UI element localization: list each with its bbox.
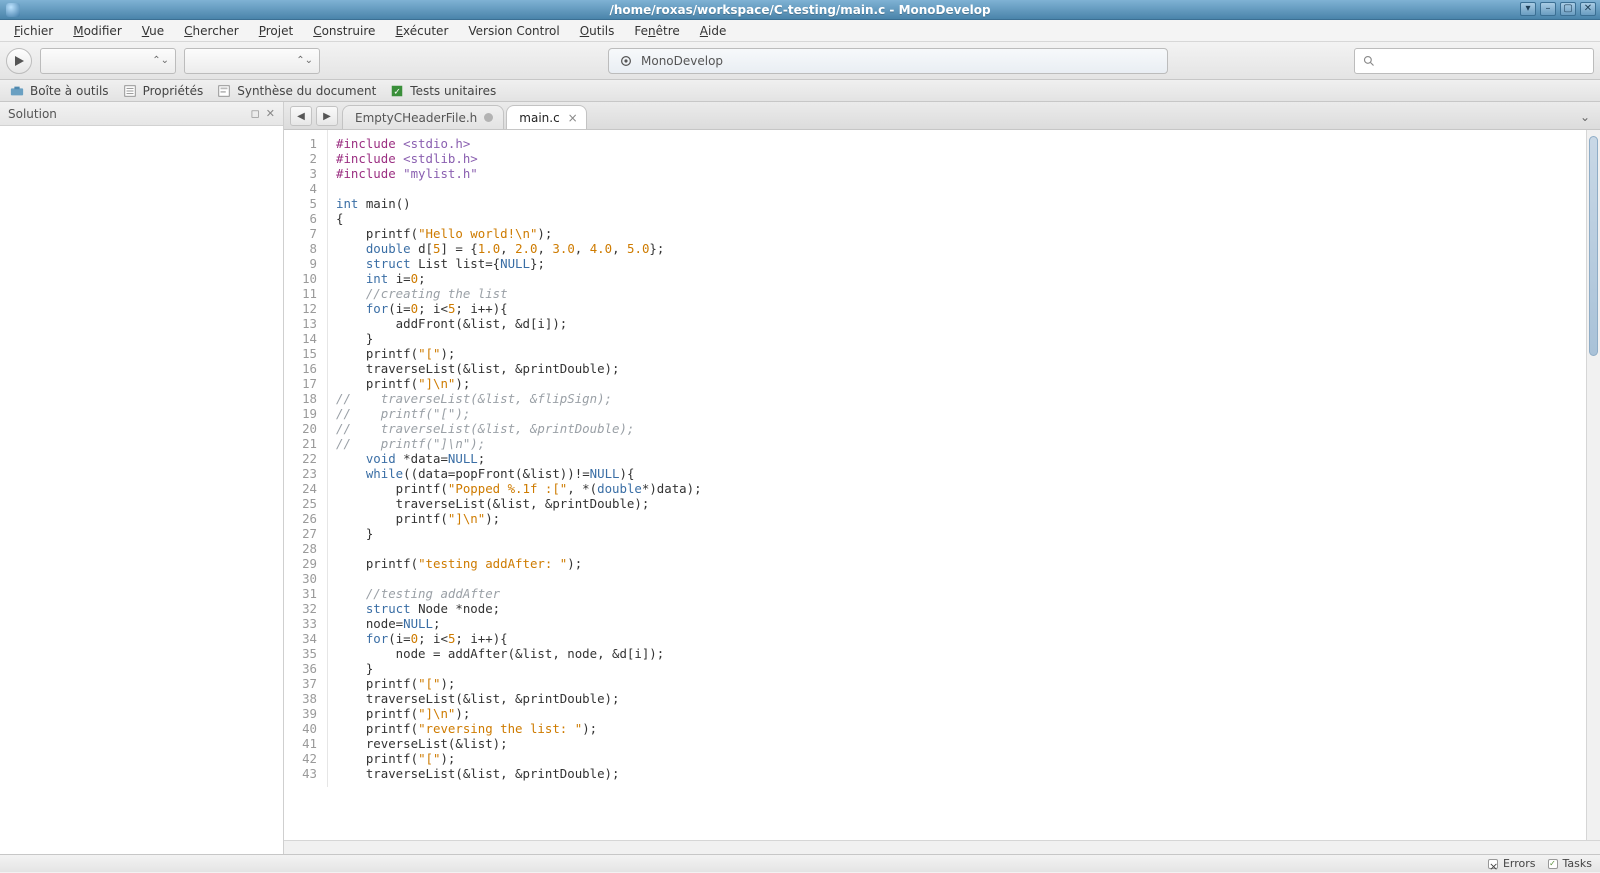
app-icon — [6, 3, 20, 17]
solution-pad: Solution ◻ ✕ — [0, 102, 284, 854]
menu-fenêtre[interactable]: Fenêtre — [626, 22, 687, 40]
search-icon — [1363, 55, 1375, 67]
pad-toolbar: Boîte à outils Propriétés Synthèse du do… — [0, 80, 1600, 102]
menu-modifier[interactable]: Modifier — [65, 22, 130, 40]
tasks-checkbox-icon: ✓ — [1548, 859, 1558, 869]
properties-icon — [123, 84, 137, 98]
configuration-combo[interactable]: ⌃⌄ — [40, 48, 176, 74]
menu-fichier[interactable]: Fichier — [6, 22, 61, 40]
window-titlebar: /home/roxas/workspace/C-testing/main.c -… — [0, 0, 1600, 20]
menu-aide[interactable]: Aide — [692, 22, 735, 40]
toolbox-icon — [10, 84, 24, 98]
window-title: /home/roxas/workspace/C-testing/main.c -… — [0, 3, 1600, 17]
menu-exécuter[interactable]: Exécuter — [387, 22, 456, 40]
gear-icon — [619, 54, 633, 68]
scrollbar-thumb[interactable] — [1589, 136, 1598, 356]
svg-text:✓: ✓ — [394, 87, 401, 97]
pad-outline-label: Synthèse du document — [237, 84, 376, 98]
tab-label: main.c — [519, 111, 559, 125]
pad-properties[interactable]: Propriétés — [123, 84, 204, 98]
main-toolbar: ⌃⌄ ⌃⌄ MonoDevelop — [0, 42, 1600, 80]
status-errors-label: Errors — [1503, 857, 1536, 870]
menu-projet[interactable]: Projet — [251, 22, 301, 40]
tab-emptycheaderfile-h[interactable]: EmptyCHeaderFile.h — [342, 105, 504, 129]
status-tasks-label: Tasks — [1563, 857, 1592, 870]
pad-toolbox-label: Boîte à outils — [30, 84, 109, 98]
pad-outline[interactable]: Synthèse du document — [217, 84, 376, 98]
nav-forward-button[interactable]: ▶ — [316, 106, 338, 126]
status-bar: × Errors ✓ Tasks — [0, 854, 1600, 872]
pad-unit-tests-label: Tests unitaires — [410, 84, 496, 98]
global-search-input[interactable] — [1354, 48, 1594, 74]
window-roll-button[interactable]: ▾ — [1520, 2, 1536, 16]
outline-icon — [217, 84, 231, 98]
vertical-scrollbar[interactable] — [1586, 130, 1600, 840]
target-combo[interactable]: ⌃⌄ — [184, 48, 320, 74]
pad-toolbox[interactable]: Boîte à outils — [10, 84, 109, 98]
tab-bar: ◀ ▶ EmptyCHeaderFile.h main.c × ⌄ — [284, 102, 1600, 130]
menu-bar: FichierModifierVueChercherProjetConstrui… — [0, 20, 1600, 42]
tests-icon: ✓ — [390, 84, 404, 98]
tab-overflow-button[interactable]: ⌄ — [1580, 110, 1590, 124]
pad-close-button[interactable]: ✕ — [266, 107, 275, 120]
nav-back-button[interactable]: ◀ — [290, 106, 312, 126]
menu-construire[interactable]: Construire — [305, 22, 383, 40]
solution-pad-header: Solution ◻ ✕ — [0, 102, 283, 126]
editor-region: ◀ ▶ EmptyCHeaderFile.h main.c × ⌄ 1 2 3 4 … — [284, 102, 1600, 854]
pad-undock-button[interactable]: ◻ — [251, 107, 260, 120]
tab-close-button[interactable]: × — [568, 112, 578, 124]
tab-main-c[interactable]: main.c × — [506, 105, 586, 129]
pad-unit-tests[interactable]: ✓ Tests unitaires — [390, 84, 496, 98]
solution-pad-title: Solution — [8, 107, 57, 121]
tab-label: EmptyCHeaderFile.h — [355, 111, 477, 125]
pad-properties-label: Propriétés — [143, 84, 204, 98]
menu-outils[interactable]: Outils — [572, 22, 623, 40]
window-maximize-button[interactable]: ▢ — [1560, 2, 1576, 16]
code-editor[interactable]: 1 2 3 4 5 6 7 8 9 10 11 12 13 14 15 16 1… — [284, 130, 1586, 840]
run-button[interactable] — [6, 48, 32, 74]
errors-checkbox-icon: × — [1488, 859, 1498, 869]
menu-vue[interactable]: Vue — [134, 22, 172, 40]
status-field-text: MonoDevelop — [641, 54, 723, 68]
chevron-updown-icon: ⌃⌄ — [152, 55, 169, 66]
line-number-gutter: 1 2 3 4 5 6 7 8 9 10 11 12 13 14 15 16 1… — [284, 130, 328, 787]
window-minimize-button[interactable]: – — [1540, 2, 1556, 16]
status-field[interactable]: MonoDevelop — [608, 48, 1168, 74]
horizontal-scrollbar[interactable] — [284, 840, 1600, 854]
status-tasks[interactable]: ✓ Tasks — [1548, 857, 1592, 870]
menu-version-control[interactable]: Version Control — [460, 22, 567, 40]
chevron-updown-icon: ⌃⌄ — [296, 55, 313, 66]
play-icon — [13, 55, 25, 67]
status-errors[interactable]: × Errors — [1488, 857, 1536, 870]
code-content[interactable]: #include <stdio.h> #include <stdlib.h> #… — [328, 130, 710, 787]
window-close-button[interactable]: ✕ — [1580, 2, 1596, 16]
dirty-indicator-icon — [484, 113, 493, 122]
menu-chercher[interactable]: Chercher — [176, 22, 247, 40]
